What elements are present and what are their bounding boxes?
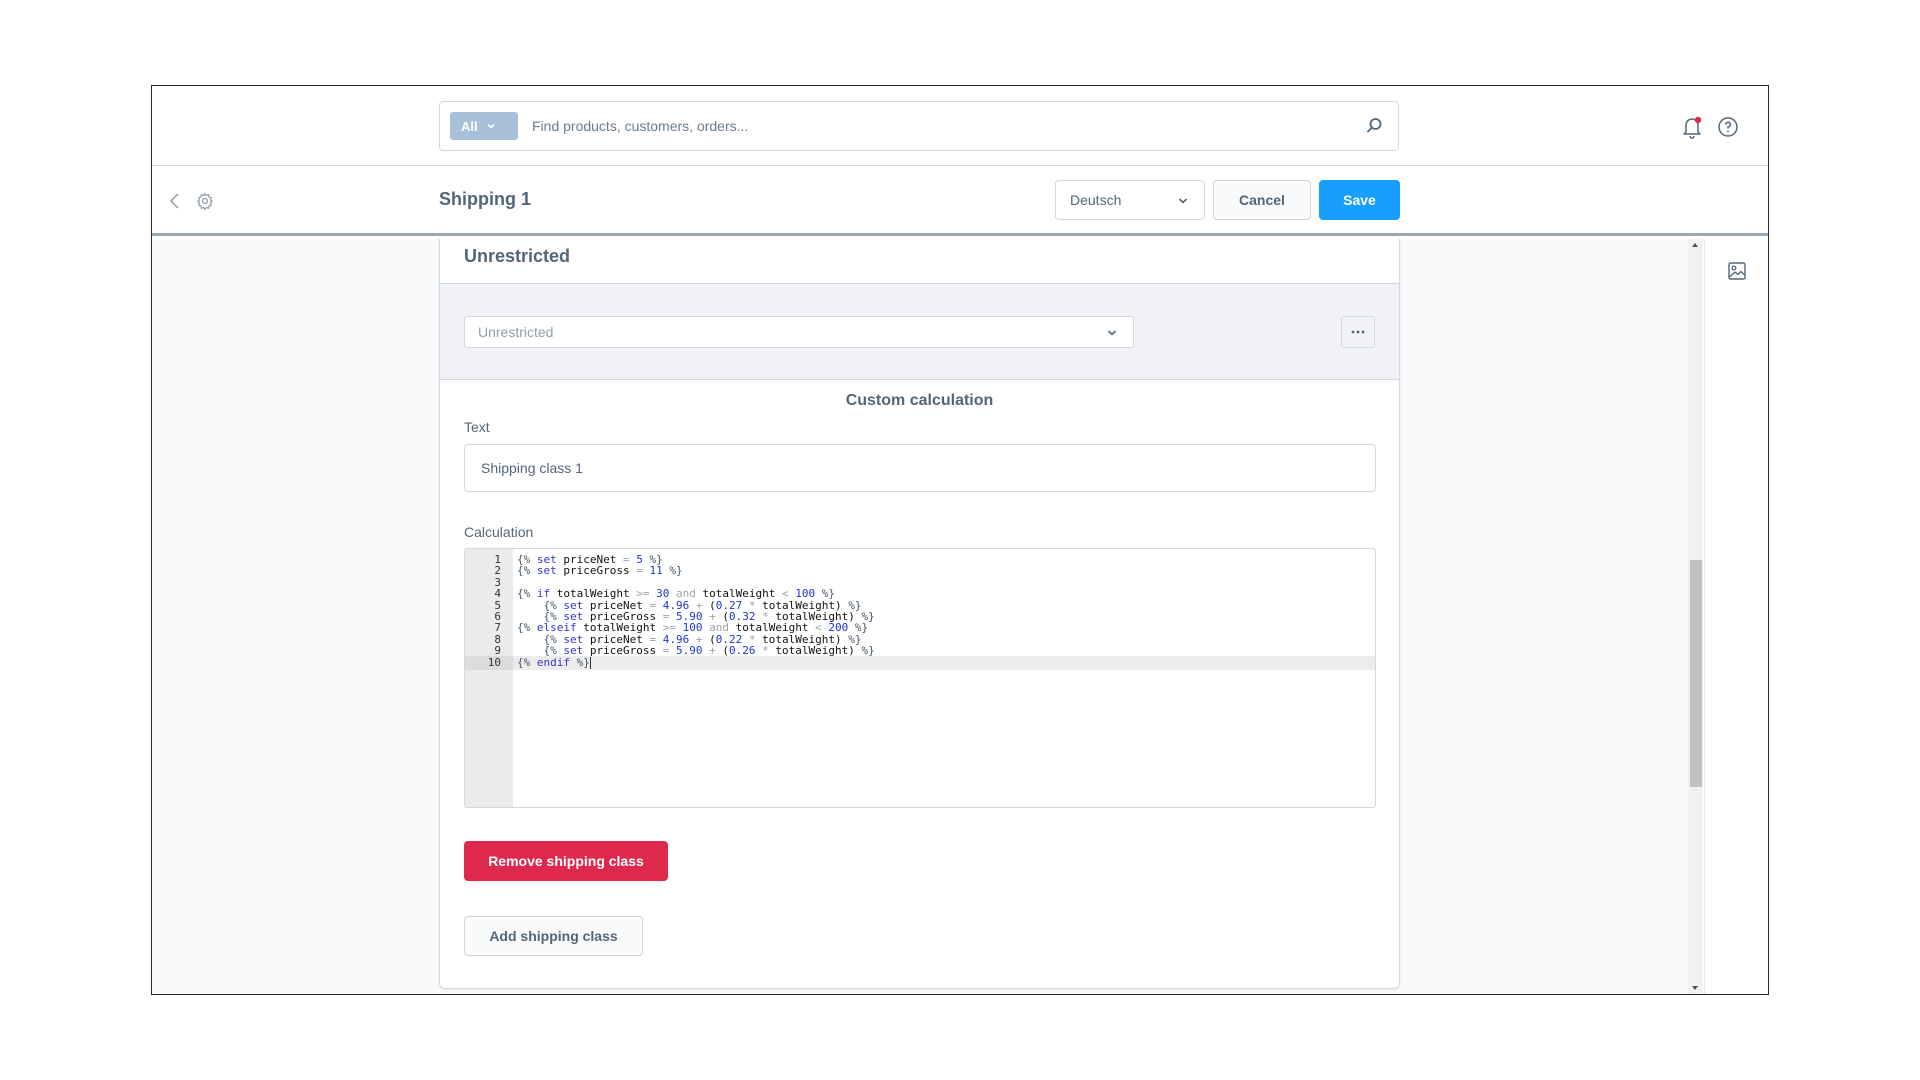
calculation-label: Calculation	[464, 524, 534, 540]
ellipsis-icon	[1351, 330, 1365, 334]
add-shipping-class-button[interactable]: Add shipping class	[464, 916, 643, 956]
rule-select-value: Unrestricted	[478, 324, 554, 340]
content-area: Unrestricted Unrestricted Custom calcula…	[152, 239, 1688, 994]
gear-icon[interactable]	[196, 192, 214, 210]
scroll-thumb[interactable]	[1690, 559, 1702, 787]
right-sidebar	[1704, 239, 1768, 994]
notification-bell-icon[interactable]	[1680, 115, 1704, 139]
save-button[interactable]: Save	[1319, 180, 1400, 220]
text-cursor	[589, 656, 591, 669]
calculation-code-editor[interactable]: 1 {% set priceNet = 5 %} 2 {% set priceGros…	[464, 548, 1376, 808]
chevron-down-icon	[487, 123, 495, 129]
search-type-dropdown[interactable]: All	[450, 112, 518, 140]
search-input[interactable]	[532, 114, 1352, 138]
search-type-label: All	[461, 118, 478, 134]
language-value: Deutsch	[1070, 192, 1122, 208]
code-line[interactable]: 10 {% endif %}	[465, 655, 1375, 670]
language-select[interactable]: Deutsch	[1055, 180, 1205, 220]
global-search: All	[439, 101, 1399, 151]
page-title: Shipping 1	[439, 189, 531, 209]
scroll-down-arrow-icon[interactable]	[1692, 986, 1698, 990]
context-menu-button[interactable]	[1341, 316, 1375, 348]
rule-section: Unrestricted	[440, 284, 1399, 380]
chevron-down-icon	[1107, 330, 1117, 336]
text-label: Text	[464, 419, 490, 435]
line-number: 10	[465, 655, 513, 670]
cancel-button[interactable]: Cancel	[1213, 180, 1311, 220]
shipping-class-card: Unrestricted Unrestricted Custom calcula…	[439, 239, 1400, 989]
availability-rule-select[interactable]: Unrestricted	[464, 316, 1134, 348]
code-text: {% endif %}	[517, 655, 591, 669]
card-title: Unrestricted	[464, 246, 571, 266]
back-icon[interactable]	[168, 192, 182, 210]
page-toolbar: Shipping 1 Deutsch Cancel Save	[152, 167, 1768, 236]
scroll-up-arrow-icon[interactable]	[1692, 243, 1698, 247]
chevron-down-icon	[1178, 198, 1188, 204]
card-header: Unrestricted	[440, 239, 1399, 284]
remove-shipping-class-button[interactable]: Remove shipping class	[464, 841, 668, 881]
help-icon[interactable]	[1717, 116, 1739, 138]
search-icon[interactable]	[1364, 116, 1384, 136]
top-bar: All	[152, 86, 1768, 166]
shipping-class-text-input[interactable]	[464, 444, 1376, 492]
image-icon[interactable]	[1727, 261, 1747, 281]
custom-calculation-heading: Custom calculation	[845, 392, 994, 409]
app-window: All Shipping 1	[151, 85, 1769, 995]
page-scrollbar[interactable]	[1688, 239, 1703, 994]
